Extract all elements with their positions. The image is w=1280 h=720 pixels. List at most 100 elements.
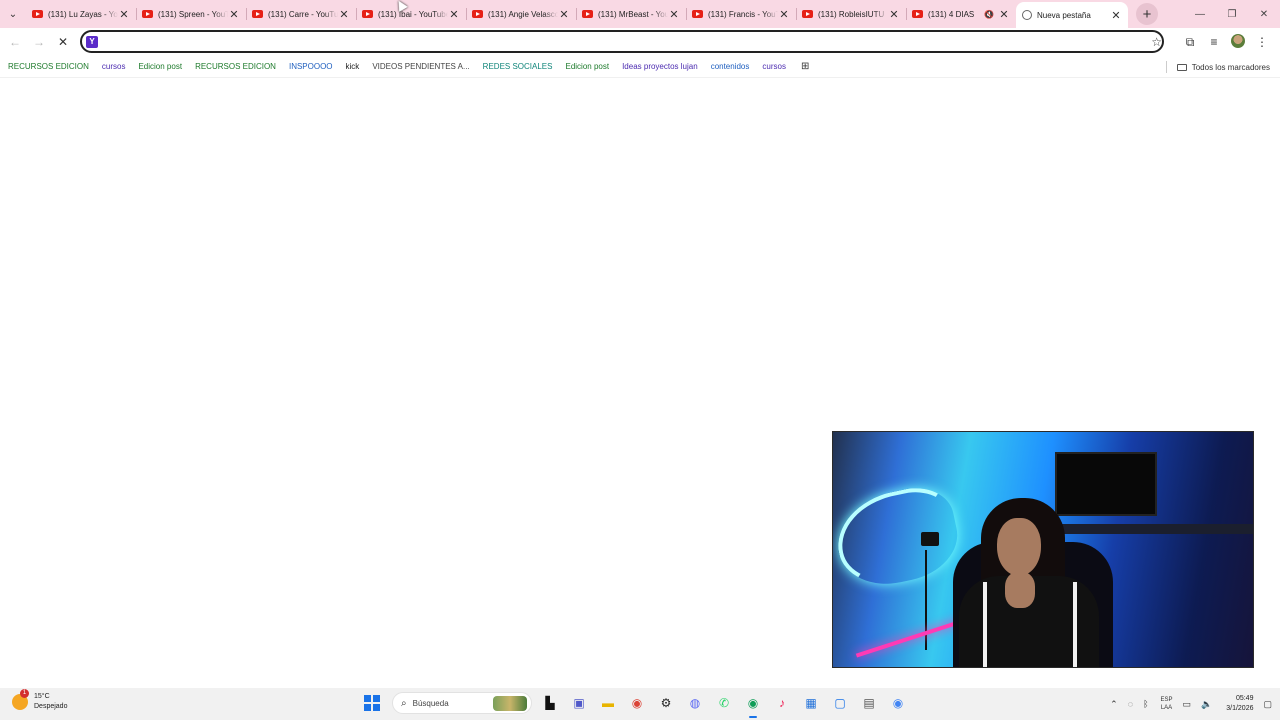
whatsapp-icon[interactable]: ✆ [713,692,735,714]
all-bookmarks-folder[interactable]: Todos los marcadores [1176,56,1270,78]
forward-arrow-icon[interactable]: → [27,30,51,54]
tab-search-chevron-icon[interactable]: ⌄ [0,0,26,28]
tab-ibai[interactable]: (131) Ibai - YouTube ✕ [356,0,466,28]
close-tab-icon[interactable]: ✕ [668,8,680,21]
bookmark-recursos-edicion-2[interactable]: RECURSOS EDICION [191,62,280,71]
file-explorer-icon[interactable]: ▬ [597,692,619,714]
meet-now-icon[interactable]: ◌ [1128,699,1133,709]
background-desk [1033,524,1253,534]
extensions-icon[interactable]: ⧉ [1178,35,1202,50]
chrome-profile-icon[interactable]: ◉ [887,692,909,714]
weather-text: 15°C Despejado [34,692,67,712]
close-tab-icon[interactable]: ✕ [558,8,570,21]
youtube-icon [142,10,153,18]
profile-avatar[interactable] [1226,33,1250,51]
tiktok-icon[interactable]: ♪ [771,692,793,714]
language-code: ESP [1160,697,1173,703]
browser-toolbar: ← → ✕ Y ☆ ⧉ ≡ ⋮ [0,28,1280,56]
tab-nueva-pestana[interactable]: Nueva pestaña ✕ [1016,2,1128,28]
close-tab-icon[interactable]: ✕ [778,8,790,21]
youtube-icon [582,10,593,18]
site-favicon-icon: Y [86,35,98,48]
chevron-up-icon[interactable]: ⌃ [1110,699,1118,710]
windows-start-icon[interactable] [364,695,380,711]
steam-icon[interactable]: ⚙ [655,692,677,714]
bookmark-cursos-2[interactable]: cursos [758,62,790,71]
background-monitor [1055,452,1157,516]
camera [921,532,939,546]
notes-app-icon[interactable]: ▢ [829,692,851,714]
bookmark-recursos-edicion[interactable]: RECURSOS EDICION [4,62,93,71]
teams-icon[interactable]: ▣ [568,692,590,714]
bookmark-contenidos[interactable]: contenidos [707,62,754,71]
weather-widget[interactable]: 1 15°C Despejado [12,689,67,712]
close-tab-icon[interactable]: ✕ [118,8,130,21]
youtube-icon [802,10,813,18]
bookmark-edicion-post-2[interactable]: Edicion post [561,62,613,71]
chrome-active-icon[interactable]: ◉ [742,692,764,718]
calculator-icon[interactable]: ▤ [858,692,880,714]
volume-icon[interactable]: 🔈 [1201,699,1212,710]
bookmark-redes-sociales[interactable]: REDES SOCIALES [479,62,557,71]
tab-mrbeast[interactable]: (131) MrBeast - YouTube ✕ [576,0,686,28]
display-icon[interactable]: ▭ [1183,699,1192,710]
new-tab-button[interactable]: + [1136,3,1158,25]
tab-4-dias[interactable]: (131) 4 DIAS 🔇 ✕ [906,0,1016,28]
bookmark-edicion-post[interactable]: Edicion post [134,62,186,71]
close-tab-icon[interactable]: ✕ [228,8,240,21]
tab-groups-grid-icon[interactable]: ⊞ [801,61,809,72]
close-tab-icon[interactable]: ✕ [1110,9,1122,22]
tab-title: Nueva pestaña [1037,10,1091,20]
youtube-icon [692,10,703,18]
address-bar[interactable]: Y ☆ [80,30,1164,53]
language-indicator[interactable]: ESP LAA [1160,696,1172,712]
taskbar-apps: ⌕ Búsqueda ▙ ▣ ▬ ◉ ⚙ ◍ ✆ ◉ ♪ ▦ ▢ ▤ ◉ [364,692,909,718]
bookmarks-bar: RECURSOS EDICION cursos Edicion post REC… [0,56,1280,78]
bookmark-ideas-proyectos[interactable]: Ideas proyectos lujan [618,62,702,71]
chat-bubble-icon[interactable]: ▢ [1263,699,1272,710]
tab-lu-zayas[interactable]: (131) Lu Zayas - YouTube ✕ [26,0,136,28]
system-tray: ⌃ ◌ ᛒ ESP LAA ▭ 🔈 05:49 3/1/2026 ▢ [1100,688,1272,720]
discord-icon[interactable]: ◍ [684,692,706,714]
tab-robleis[interactable]: (131) RobleisIUTU ✕ [796,0,906,28]
tab-title: (131) Lu Zayas - YouTube [48,9,118,19]
tab-angie[interactable]: (131) Angie Velasco ✕ [466,0,576,28]
task-view-icon[interactable]: ▙ [539,692,561,714]
keyboard-layout: LAA [1160,705,1173,711]
tab-spreen[interactable]: (131) Spreen - YouTube ✕ [136,0,246,28]
tab-title: (131) Carre - YouTube [268,9,338,19]
all-bookmarks-label: Todos los marcadores [1191,62,1270,72]
bookmark-cursos[interactable]: cursos [98,62,130,71]
taskbar-search[interactable]: ⌕ Búsqueda [392,692,532,714]
bookmark-kick[interactable]: kick [342,62,364,71]
webcam-overlay [832,431,1254,668]
youtube-icon [252,10,263,18]
clock-date: 3/1/2026 [1226,705,1254,712]
calendar-app-icon[interactable]: ▦ [800,692,822,714]
person-face [997,518,1041,576]
star-bookmark-icon[interactable]: ☆ [1151,33,1162,51]
close-window-icon[interactable]: ✕ [1248,9,1280,20]
tab-francis[interactable]: (131) Francis - YouTube ✕ [686,0,796,28]
system-clock[interactable]: 05:49 3/1/2026 [1226,694,1253,714]
restore-icon[interactable]: ❐ [1216,9,1248,20]
chrome-icon[interactable]: ◉ [626,692,648,714]
tab-carre[interactable]: (131) Carre - YouTube ✕ [246,0,356,28]
youtube-icon [912,10,923,18]
minimize-icon[interactable]: — [1184,9,1216,20]
close-tab-icon[interactable]: ✕ [998,8,1010,21]
close-tab-icon[interactable]: ✕ [888,8,900,21]
bookmark-videos-pendientes[interactable]: VIDEOS PENDIENTES A... [368,62,473,71]
muted-speaker-icon[interactable]: 🔇 [984,10,994,19]
menu-kebab-icon[interactable]: ⋮ [1250,35,1274,49]
stop-loading-icon[interactable]: ✕ [51,30,75,54]
address-input[interactable] [102,35,1152,48]
bookmark-inspoooo[interactable]: INSPOOOO [285,62,337,71]
bluetooth-icon[interactable]: ᛒ [1143,699,1148,709]
toolbar-actions: ⧉ ≡ ⋮ [1178,28,1274,56]
close-tab-icon[interactable]: ✕ [448,8,460,21]
youtube-icon [362,10,373,18]
back-arrow-icon[interactable]: ← [3,30,27,54]
media-controls-icon[interactable]: ≡ [1202,35,1226,49]
close-tab-icon[interactable]: ✕ [338,8,350,21]
